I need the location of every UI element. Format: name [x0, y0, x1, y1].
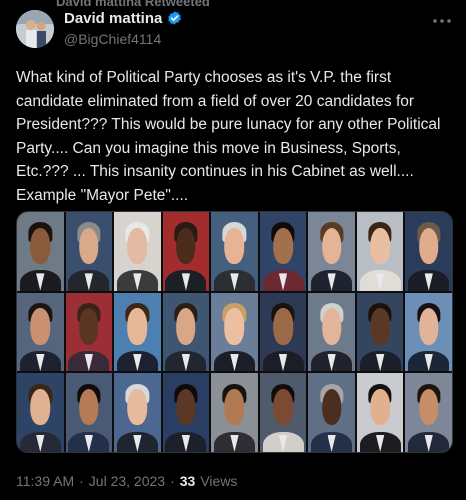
portrait-face — [321, 389, 342, 426]
avatar[interactable] — [16, 10, 54, 48]
portrait-face — [321, 227, 342, 264]
author-handle[interactable]: @BigChief4114 — [64, 31, 161, 47]
portrait-face — [224, 227, 245, 264]
portrait-5 — [211, 212, 258, 291]
avatar-photo — [16, 10, 54, 48]
portrait-8 — [356, 212, 404, 291]
portrait-18 — [405, 292, 452, 372]
portrait-22 — [162, 373, 210, 452]
portrait-4 — [162, 212, 210, 291]
tweet-text: What kind of Political Party chooses as … — [16, 69, 441, 204]
portrait-face — [370, 389, 390, 426]
portrait-face — [224, 389, 245, 426]
portrait-17 — [356, 292, 404, 372]
tweet-meta: 11:39 AM · Jul 23, 2023 · 33 Views — [16, 473, 237, 489]
portrait-1 — [17, 212, 64, 291]
portrait-face — [79, 227, 99, 264]
portrait-face — [224, 308, 245, 345]
portrait-3 — [114, 212, 161, 291]
portrait-24 — [259, 373, 307, 452]
portrait-face — [418, 227, 439, 264]
portrait-19 — [17, 373, 64, 452]
portrait-face — [273, 389, 293, 426]
portrait-face — [273, 308, 293, 345]
meta-separator: · — [170, 473, 175, 489]
views-label: Views — [200, 473, 238, 489]
portrait-21 — [114, 373, 161, 452]
portrait-face — [370, 227, 390, 264]
portrait-20 — [65, 373, 113, 452]
tweet-photo[interactable] — [16, 211, 453, 453]
portrait-face — [79, 389, 99, 426]
portrait-face — [79, 308, 99, 345]
portrait-25 — [308, 373, 355, 452]
portrait-23 — [211, 373, 258, 452]
portrait-face — [370, 308, 390, 345]
portrait-face — [418, 389, 439, 426]
portrait-face — [30, 389, 51, 426]
more-dots-icon[interactable] — [432, 8, 452, 29]
portrait-10 — [17, 292, 64, 372]
portrait-face — [30, 308, 51, 345]
portrait-face — [273, 227, 293, 264]
tweet-date[interactable]: Jul 23, 2023 — [89, 473, 165, 489]
author-name[interactable]: David mattina — [64, 10, 162, 27]
portrait-26 — [356, 373, 404, 452]
portrait-face — [127, 389, 148, 426]
tweet-time[interactable]: 11:39 AM — [16, 473, 74, 489]
portrait-face — [127, 308, 148, 345]
portrait-face — [30, 227, 51, 264]
portrait-face — [418, 308, 439, 345]
views-count: 33 — [179, 473, 196, 489]
portrait-12 — [114, 292, 161, 372]
portrait-27 — [405, 373, 452, 452]
meta-separator: · — [79, 473, 84, 489]
portrait-face — [176, 308, 196, 345]
portrait-face — [176, 227, 196, 264]
portrait-14 — [211, 292, 258, 372]
portrait-face — [321, 308, 342, 345]
portrait-7 — [308, 212, 355, 291]
portrait-6 — [259, 212, 307, 291]
portrait-11 — [65, 292, 113, 372]
retweet-label: David mattina Retweeted — [56, 0, 210, 9]
portrait-face — [127, 227, 148, 264]
verified-badge-icon — [166, 10, 183, 27]
portrait-2 — [65, 212, 113, 291]
portrait-face — [176, 389, 196, 426]
portrait-13 — [162, 292, 210, 372]
portrait-9 — [405, 212, 452, 291]
portrait-15 — [259, 292, 307, 372]
portrait-16 — [308, 292, 355, 372]
